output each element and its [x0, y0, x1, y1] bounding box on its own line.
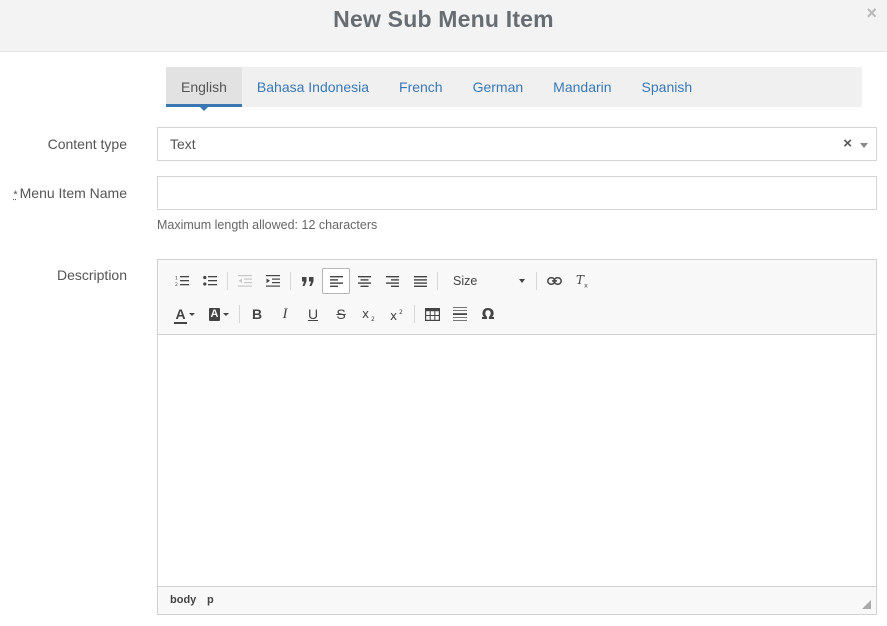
indent-icon[interactable] — [259, 268, 287, 294]
superscript-icon[interactable]: x2 — [383, 301, 411, 327]
svg-text:2: 2 — [175, 282, 178, 287]
content-type-value: Text — [170, 136, 196, 152]
tab-spanish[interactable]: Spanish — [627, 67, 708, 107]
menu-item-name-help: Maximum length allowed: 12 characters — [157, 218, 378, 232]
bullet-list-icon[interactable] — [196, 268, 224, 294]
align-right-icon[interactable] — [378, 268, 406, 294]
font-size-dropdown[interactable]: Size — [441, 268, 533, 294]
special-character-icon[interactable]: Ω — [474, 301, 502, 327]
bold-icon[interactable]: B — [243, 301, 271, 327]
content-type-label: Content type — [47, 136, 127, 152]
link-icon[interactable] — [540, 268, 568, 294]
background-color-button[interactable]: A — [202, 301, 236, 327]
blockquote-icon[interactable] — [294, 268, 322, 294]
menu-item-name-input[interactable] — [157, 176, 877, 210]
align-justify-icon[interactable] — [406, 268, 434, 294]
underline-icon[interactable]: U — [299, 301, 327, 327]
element-path-body[interactable]: body — [170, 594, 196, 606]
align-left-icon[interactable] — [322, 268, 350, 294]
tab-french[interactable]: French — [384, 67, 458, 107]
modal-header: New Sub Menu Item × — [0, 0, 887, 52]
text-color-icon: A — [175, 306, 186, 322]
rich-text-editor: 12 Size T x A A B I U S x 2 x 2 Ω body p — [157, 259, 877, 615]
italic-icon[interactable]: I — [271, 301, 299, 327]
description-label: Description — [56, 267, 127, 283]
outdent-icon[interactable] — [231, 268, 259, 294]
horizontal-rule-icon[interactable] — [446, 301, 474, 327]
svg-text:x: x — [584, 282, 588, 289]
svg-text:1: 1 — [175, 276, 178, 282]
editor-toolbar: 12 Size T x A A B I U S x 2 x 2 Ω — [158, 260, 876, 335]
clear-formatting-icon[interactable]: Tx — [568, 268, 596, 294]
text-color-button[interactable]: A — [168, 301, 202, 327]
svg-text:2: 2 — [371, 316, 375, 321]
subscript-icon[interactable]: x2 — [355, 301, 383, 327]
modal-title: New Sub Menu Item — [333, 6, 554, 32]
content-type-select[interactable]: Text × — [157, 127, 877, 161]
editor-statusbar: body p — [158, 586, 876, 614]
numbered-list-icon[interactable]: 12 — [168, 268, 196, 294]
resize-handle-icon[interactable] — [862, 600, 871, 609]
table-icon[interactable] — [418, 301, 446, 327]
element-path-p[interactable]: p — [207, 594, 214, 606]
tab-english[interactable]: English — [166, 67, 242, 111]
close-button[interactable]: × — [866, 3, 877, 24]
tab-bahasa-indonesia[interactable]: Bahasa Indonesia — [242, 67, 384, 107]
editor-content-area[interactable] — [158, 336, 876, 586]
clear-selection-icon[interactable]: × — [843, 135, 852, 152]
svg-text:x: x — [390, 309, 397, 321]
svg-text:x: x — [362, 308, 369, 321]
svg-text:2: 2 — [399, 309, 403, 316]
chevron-down-icon[interactable] — [860, 143, 868, 148]
tab-german[interactable]: German — [458, 67, 539, 107]
align-center-icon[interactable] — [350, 268, 378, 294]
background-color-icon: A — [208, 307, 221, 321]
tab-mandarin[interactable]: Mandarin — [538, 67, 626, 107]
language-tabs: English Bahasa Indonesia French German M… — [166, 67, 862, 111]
menu-item-name-label-text: Menu Item Name — [19, 185, 127, 201]
required-marker: * — [13, 189, 18, 201]
menu-item-name-label: * Menu Item Name — [13, 185, 127, 201]
strikethrough-icon[interactable]: S — [327, 301, 355, 327]
